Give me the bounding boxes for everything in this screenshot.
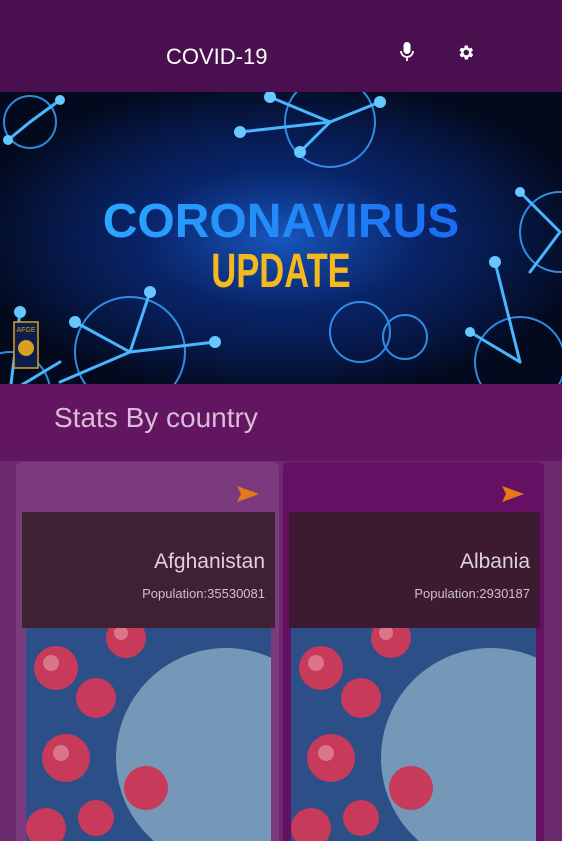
coronavirus-banner: CORONAVIRUS UPDATE AFGE [0, 92, 562, 384]
app-title: COVID-19 [166, 44, 268, 69]
svg-text:AFGE: AFGE [16, 327, 35, 334]
app-root: COVID-19 CORONAVIRUS UPDATE AFGE Stats B… [0, 0, 562, 841]
country-population: Population:2930187 [414, 586, 530, 601]
country-population: Population:35530081 [142, 586, 265, 601]
stats-section-header: Stats By country [0, 384, 562, 461]
country-info: Albania Population:2930187 [289, 512, 540, 628]
send-arrow-icon[interactable] [237, 486, 259, 502]
country-card[interactable]: Afghanistan Population:35530081 [16, 462, 279, 841]
virus-image [26, 628, 271, 841]
country-info: Afghanistan Population:35530081 [22, 512, 275, 628]
country-card[interactable]: Albania Population:2930187 [283, 462, 544, 841]
country-name: Afghanistan [154, 550, 265, 573]
microphone-icon[interactable] [395, 40, 419, 64]
send-arrow-icon[interactable] [502, 486, 524, 502]
banner-line2: UPDATE [211, 243, 350, 297]
gear-icon[interactable] [453, 40, 477, 64]
country-name: Albania [459, 550, 530, 573]
virus-image [291, 628, 536, 841]
app-header: COVID-19 [0, 0, 562, 92]
afge-logo-icon: AFGE [13, 321, 39, 369]
section-title: Stats By country [54, 402, 258, 433]
banner-line1: CORONAVIRUS [103, 195, 459, 248]
